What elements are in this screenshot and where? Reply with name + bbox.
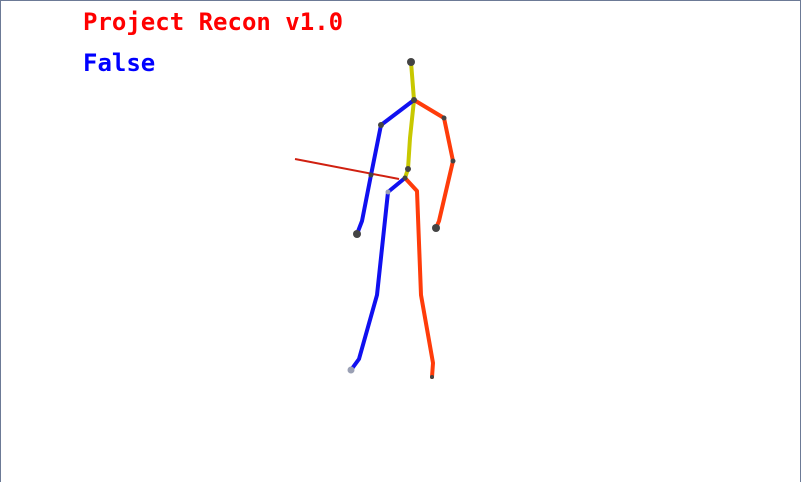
- direction-line: [294, 158, 400, 180]
- spine-joint: [405, 166, 411, 172]
- left-leg-bone: [349, 176, 407, 372]
- render-viewport[interactable]: Project Recon v1.0 False: [0, 0, 801, 482]
- hip-joint: [402, 175, 408, 181]
- left-elbow-joint: [368, 172, 374, 178]
- right-shoulder-joint: [441, 115, 447, 121]
- left-shoulder-joint: [378, 122, 384, 128]
- head-joint: [407, 58, 415, 66]
- spine-bone: [403, 60, 417, 180]
- right-elbow-joint: [450, 158, 456, 164]
- status-text: False: [83, 49, 156, 77]
- left-foot-joint: [347, 366, 355, 374]
- right-hand-joint: [432, 224, 440, 232]
- app-title: Project Recon v1.0: [83, 8, 344, 36]
- left-hip-joint: [385, 189, 391, 195]
- neck-joint: [411, 97, 417, 103]
- right-arm-bone: [412, 98, 455, 230]
- right-foot-joint: [430, 375, 434, 379]
- right-leg-bone: [403, 176, 435, 379]
- left-hand-joint: [353, 230, 361, 238]
